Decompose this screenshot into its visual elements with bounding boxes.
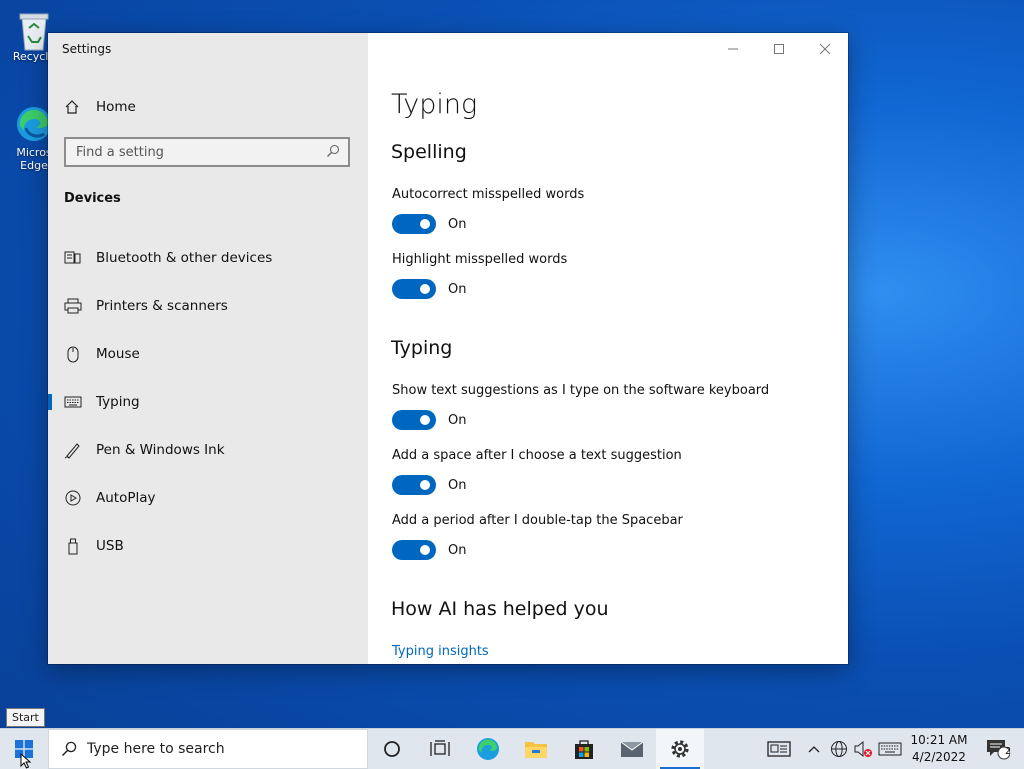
sidebar-item-printers[interactable]: Printers & scanners [48, 286, 368, 326]
sidebar-item-label: Typing [96, 394, 140, 410]
sidebar-section-devices: Devices [64, 191, 121, 206]
task-view-icon [430, 740, 450, 756]
folder-icon [525, 742, 547, 758]
start-tooltip: Start [6, 708, 45, 727]
section-heading-ai: How AI has helped you [391, 598, 609, 620]
bluetooth-devices-icon [64, 250, 82, 266]
store-button[interactable] [560, 729, 608, 769]
task-view-button[interactable] [416, 729, 464, 769]
sidebar-item-typing[interactable]: Typing [48, 382, 368, 422]
clock-time: 10:21 AM [910, 733, 968, 747]
cortana-icon [384, 741, 400, 757]
volume-button[interactable] [852, 729, 874, 769]
add-space-label: Add a space after I choose a text sugges… [392, 448, 682, 463]
taskbar-search-placeholder: Type here to search [87, 741, 225, 757]
sidebar-item-label: Mouse [96, 346, 140, 362]
keyboard-icon [64, 396, 82, 408]
taskbar-edge-button[interactable] [464, 729, 512, 769]
chevron-up-icon [808, 746, 820, 753]
volume-muted-icon [854, 740, 872, 758]
add-period-label: Add a period after I double-tap the Spac… [392, 513, 683, 528]
sidebar-item-mouse[interactable]: Mouse [48, 334, 368, 374]
news-widget-button[interactable] [762, 729, 796, 769]
taskbar: Type here to search 10:21 AM 4/2/2022 2 [0, 728, 1024, 769]
highlight-misspelled-label: Highlight misspelled words [392, 252, 568, 267]
autoplay-icon [64, 490, 82, 506]
touch-keyboard-button[interactable] [876, 729, 904, 769]
typing-insights-link[interactable]: Typing insights [392, 644, 489, 659]
settings-sidebar: Settings Home Devices Bluetooth & other … [48, 33, 368, 664]
settings-content: Typing Spelling Autocorrect misspelled w… [368, 33, 848, 664]
store-icon [575, 740, 593, 759]
toggle-state-text: On [448, 281, 467, 297]
pen-icon [64, 441, 82, 459]
network-button[interactable] [828, 729, 850, 769]
add-space-toggle[interactable] [392, 475, 436, 495]
text-suggestions-toggle[interactable] [392, 410, 436, 430]
mouse-cursor-icon [20, 753, 32, 769]
toggle-state-text: On [448, 542, 467, 558]
show-hidden-icons-button[interactable] [804, 729, 824, 769]
search-icon [326, 143, 340, 162]
autocorrect-label: Autocorrect misspelled words [392, 187, 585, 202]
sidebar-item-label: AutoPlay [96, 490, 156, 506]
find-setting-search[interactable] [64, 137, 350, 167]
printer-icon [64, 298, 82, 314]
window-title: Settings [62, 42, 112, 56]
sidebar-item-label: USB [96, 538, 124, 554]
toggle-state-text: On [448, 412, 467, 428]
section-heading-typing: Typing [391, 337, 453, 359]
edge-icon [477, 738, 499, 760]
add-period-toggle[interactable] [392, 540, 436, 560]
file-explorer-button[interactable] [512, 729, 560, 769]
toggle-state-text: On [448, 477, 467, 493]
toggle-state-text: On [448, 216, 467, 232]
autocorrect-toggle[interactable] [392, 214, 436, 234]
start-button[interactable] [0, 729, 48, 769]
sidebar-item-bluetooth[interactable]: Bluetooth & other devices [48, 238, 368, 278]
sidebar-item-usb[interactable]: USB [48, 526, 368, 566]
text-suggestions-label: Show text suggestions as I type on the s… [392, 383, 770, 398]
sidebar-item-pen[interactable]: Pen & Windows Ink [48, 430, 368, 470]
home-icon [64, 99, 82, 115]
sidebar-home[interactable]: Home [64, 95, 136, 119]
mail-button[interactable] [608, 729, 656, 769]
taskbar-clock[interactable]: 10:21 AM 4/2/2022 [906, 732, 972, 766]
sidebar-item-label: Pen & Windows Ink [96, 442, 225, 458]
mouse-icon [64, 346, 82, 363]
sidebar-item-label: Bluetooth & other devices [96, 250, 273, 266]
taskbar-search-box[interactable]: Type here to search [48, 729, 368, 769]
taskbar-settings-button[interactable] [656, 729, 704, 769]
page-title: Typing [391, 89, 478, 120]
sidebar-home-label: Home [96, 99, 136, 115]
news-icon [767, 741, 791, 757]
usb-icon [64, 538, 82, 555]
clock-date: 4/2/2022 [912, 750, 966, 764]
section-heading-spelling: Spelling [391, 141, 467, 163]
settings-window: Settings Home Devices Bluetooth & other … [48, 33, 848, 664]
cortana-button[interactable] [368, 729, 416, 769]
gear-icon [671, 740, 689, 758]
sidebar-item-label: Printers & scanners [96, 298, 228, 314]
highlight-misspelled-toggle[interactable] [392, 279, 436, 299]
action-center-button[interactable]: 2 [976, 729, 1020, 769]
find-setting-input[interactable] [74, 143, 326, 161]
sidebar-item-autoplay[interactable]: AutoPlay [48, 478, 368, 518]
search-icon [61, 741, 77, 757]
globe-network-icon [831, 741, 847, 757]
keyboard-icon [878, 742, 902, 756]
mail-icon [620, 741, 644, 757]
notification-count-badge: 2 [1004, 746, 1012, 757]
